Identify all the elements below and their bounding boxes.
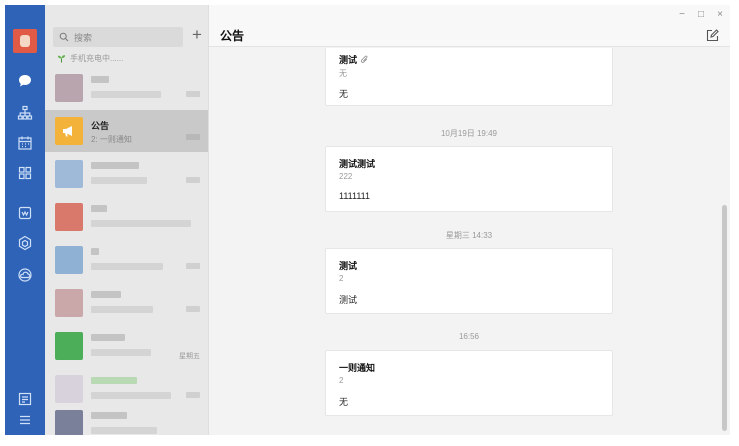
calendar-icon[interactable] xyxy=(15,133,35,153)
notice-subtitle: 无 xyxy=(339,69,347,78)
search-placeholder: 搜索 xyxy=(74,32,93,43)
left-rail xyxy=(5,5,45,435)
avatar xyxy=(55,160,83,188)
timestamp: 10月19日 19:49 xyxy=(440,129,498,138)
org-chart-icon[interactable] xyxy=(15,103,35,123)
list-item[interactable]: 星期五 xyxy=(45,325,208,367)
menu-icon[interactable] xyxy=(15,410,35,430)
mail-icon[interactable] xyxy=(15,203,35,223)
notice-subtitle: 2 xyxy=(339,376,344,385)
search-icon xyxy=(59,32,69,42)
megaphone-icon xyxy=(63,126,72,137)
conversation-preview: 2: 一则通知 xyxy=(91,135,132,144)
avatar xyxy=(55,117,83,145)
notice-title: 测试测试 xyxy=(339,159,376,169)
chat-icon[interactable] xyxy=(15,71,35,91)
notice-body: 1111111 xyxy=(339,191,371,201)
avatar xyxy=(55,332,83,360)
minimize-button[interactable]: − xyxy=(676,10,688,20)
plant-icon xyxy=(57,55,66,63)
notice-panel: 公告 − □ × 测试 无 无 10月19日 19:49 测试测试 222 11… xyxy=(208,5,730,435)
user-avatar[interactable] xyxy=(13,29,37,53)
panel-header: 公告 − □ × xyxy=(209,5,730,47)
list-item[interactable] xyxy=(45,153,208,195)
notice-title: 一则通知 xyxy=(339,363,376,373)
scrollbar[interactable] xyxy=(722,205,727,431)
cube-icon[interactable] xyxy=(15,233,35,253)
avatar xyxy=(55,289,83,317)
notice-title: 测试 xyxy=(339,261,358,271)
page-title: 公告 xyxy=(220,29,245,43)
device-status-text: 手机充电中...... xyxy=(70,54,124,63)
list-item[interactable] xyxy=(45,282,208,324)
app-window: 搜索 + 手机充电中...... 公告 2: 一则通知 星期五 公告 − □ ×… xyxy=(5,5,730,435)
list-item[interactable] xyxy=(45,196,208,238)
list-item-notice[interactable]: 公告 2: 一则通知 xyxy=(45,110,208,152)
notice-card[interactable]: 测试 2 测试 xyxy=(325,248,613,314)
search-input[interactable]: 搜索 xyxy=(53,27,183,47)
device-status-hint: 手机充电中...... xyxy=(57,53,123,64)
timestamp: 星期三 14:33 xyxy=(445,231,493,240)
cloud-icon[interactable] xyxy=(15,265,35,285)
notice-subtitle: 2 xyxy=(339,274,344,283)
maximize-button[interactable]: □ xyxy=(695,10,707,20)
avatar xyxy=(55,74,83,102)
apps-icon[interactable] xyxy=(15,163,35,183)
list-item[interactable] xyxy=(45,239,208,281)
notice-card[interactable]: 测试 无 无 xyxy=(325,48,613,106)
timestamp: 星期五 xyxy=(179,353,200,360)
timestamp: 16:56 xyxy=(458,332,480,341)
avatar xyxy=(55,375,83,403)
conversation-name: 公告 xyxy=(91,121,110,131)
notice-body: 无 xyxy=(339,397,349,407)
notice-body: 无 xyxy=(339,89,349,99)
notice-card[interactable]: 测试测试 222 1111111 xyxy=(325,146,613,212)
avatar xyxy=(55,203,83,231)
avatar xyxy=(55,246,83,274)
close-button[interactable]: × xyxy=(714,10,726,20)
edit-icon xyxy=(706,29,719,42)
notice-feed: 测试 无 无 10月19日 19:49 测试测试 222 1111111 星期三… xyxy=(209,48,719,435)
notice-card[interactable]: 一则通知 2 无 xyxy=(325,350,613,416)
add-button[interactable]: + xyxy=(189,26,205,46)
list-item[interactable] xyxy=(45,403,208,435)
compose-button[interactable] xyxy=(706,29,719,42)
attachment-icon xyxy=(361,55,368,63)
avatar xyxy=(55,410,83,435)
notice-subtitle: 222 xyxy=(339,172,353,181)
list-item[interactable] xyxy=(45,67,208,109)
notice-title: 测试 xyxy=(339,53,369,66)
notes-icon[interactable] xyxy=(15,389,35,409)
notice-body: 测试 xyxy=(339,295,358,305)
conversation-list: 搜索 + 手机充电中...... 公告 2: 一则通知 星期五 xyxy=(45,5,208,435)
